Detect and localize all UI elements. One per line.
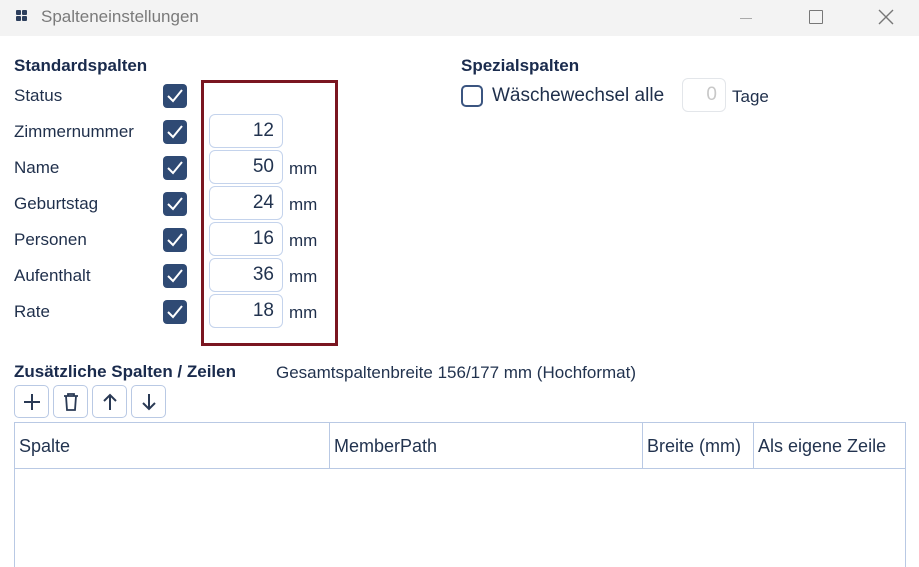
aufenthalt-checkbox[interactable] (163, 264, 187, 288)
add-icon (24, 394, 40, 410)
row-label-name: Name (14, 158, 60, 177)
checkmark-icon (167, 269, 183, 283)
row-label-rate: Rate (14, 302, 50, 321)
column-header-memberpath[interactable]: MemberPath (330, 423, 643, 469)
rate-checkbox[interactable] (163, 300, 187, 324)
checkmark-icon (167, 197, 183, 211)
checkmark-icon (167, 161, 183, 175)
arrow-down-icon (142, 394, 156, 411)
row-label-aufenthalt: Aufenthalt (14, 266, 91, 285)
personen-checkbox[interactable] (163, 228, 187, 252)
name-checkbox[interactable] (163, 156, 187, 180)
minimize-button[interactable] (726, 0, 766, 34)
column-header-eigene-zeile[interactable]: Als eigene Zeile (754, 423, 906, 469)
minimize-icon (740, 18, 752, 19)
arrow-up-icon (103, 393, 117, 410)
additional-columns-grid[interactable]: Spalte MemberPath Breite (mm) Als eigene… (14, 422, 906, 567)
title-bar: Spalteneinstellungen (0, 0, 919, 36)
checkmark-icon (167, 125, 183, 139)
maximize-button[interactable] (796, 0, 836, 34)
close-icon (878, 9, 894, 25)
total-width-text: Gesamtspaltenbreite 156/177 mm (Hochform… (276, 363, 636, 382)
zimmernummer-checkbox[interactable] (163, 120, 187, 144)
laundry-days-input[interactable]: 0 (682, 78, 726, 112)
add-button[interactable] (14, 385, 49, 418)
laundry-checkbox[interactable] (461, 85, 483, 107)
maximize-icon (809, 10, 823, 24)
window-title: Spalteneinstellungen (41, 7, 199, 26)
delete-icon (64, 393, 78, 411)
delete-button[interactable] (53, 385, 88, 418)
close-button[interactable] (866, 0, 906, 34)
laundry-label: Wäschewechsel alle (492, 85, 665, 106)
row-label-zimmernummer: Zimmernummer (14, 122, 134, 141)
row-label-status: Status (14, 86, 63, 105)
checkmark-icon (167, 89, 183, 103)
move-up-button[interactable] (92, 385, 127, 418)
row-label-personen: Personen (14, 230, 87, 249)
additional-columns-title: Zusätzliche Spalten / Zeilen (14, 362, 236, 381)
column-header-spalte[interactable]: Spalte (15, 423, 330, 469)
geburtstag-checkbox[interactable] (163, 192, 187, 216)
row-label-geburtstag: Geburtstag (14, 194, 99, 213)
status-checkbox[interactable] (163, 84, 187, 108)
checkmark-icon (167, 305, 183, 319)
grid-header: Spalte MemberPath Breite (mm) Als eigene… (15, 423, 905, 469)
move-down-button[interactable] (131, 385, 166, 418)
app-logo-icon (16, 10, 28, 22)
laundry-days-unit: Tage (732, 87, 769, 106)
standard-columns-title: Standardspalten (14, 56, 148, 75)
checkmark-icon (167, 233, 183, 247)
column-header-breite[interactable]: Breite (mm) (643, 423, 754, 469)
highlight-box (201, 80, 338, 346)
special-columns-title: Spezialspalten (461, 56, 580, 75)
